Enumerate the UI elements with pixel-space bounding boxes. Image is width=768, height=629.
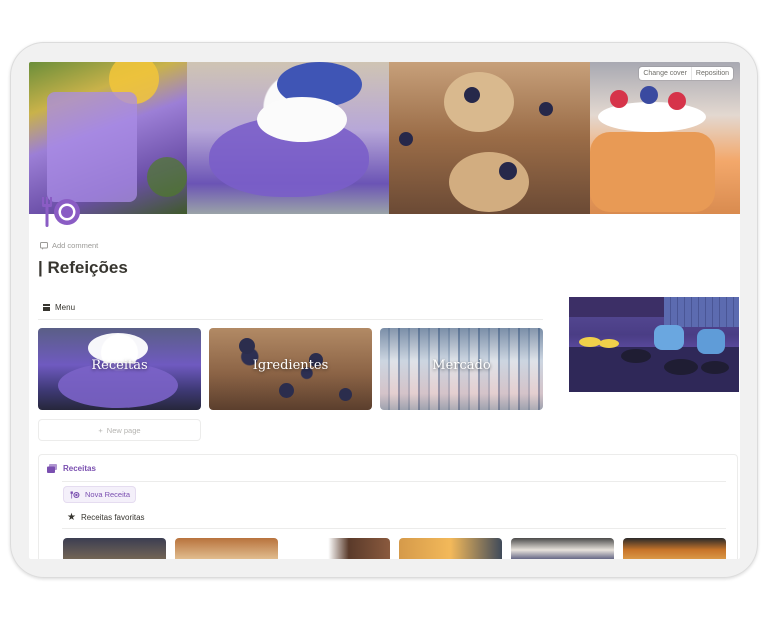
new-page-button[interactable]: + New page (38, 419, 201, 441)
add-comment-label: Add comment (52, 241, 99, 250)
menu-divider (38, 319, 543, 320)
cover-image-pancakes (590, 62, 740, 214)
recipe-thumbnail[interactable] (623, 538, 726, 559)
recipe-thumbnail[interactable] (63, 538, 166, 559)
favorites-divider (62, 528, 726, 529)
receitas-label: Receitas (63, 464, 96, 473)
comment-icon (40, 241, 48, 250)
menu-card-label: Receitas (91, 358, 148, 373)
add-comment-button[interactable]: Add comment (40, 241, 98, 250)
star-icon: ★ (67, 512, 76, 523)
favorite-recipes-view[interactable]: ★ Receitas favoritas (67, 512, 145, 523)
reposition-button[interactable]: Reposition (690, 67, 733, 80)
cover-controls: Change cover Reposition (639, 67, 733, 80)
plus-icon: + (98, 425, 103, 435)
menu-card-receitas[interactable]: Receitas (38, 328, 201, 410)
menu-label: Menu (55, 303, 76, 312)
cover-image-lemonade (29, 62, 187, 214)
recipe-thumbnail[interactable] (399, 538, 502, 559)
menu-card-label: Igredientes (252, 358, 329, 373)
new-page-label: New page (106, 425, 141, 435)
recipe-thumbnail[interactable] (287, 538, 390, 559)
fork-plate-icon (70, 490, 80, 499)
menu-card-mercado[interactable]: Mercado (380, 328, 543, 410)
new-recipe-button[interactable]: Nova Receita (64, 487, 136, 502)
receitas-divider (62, 481, 726, 482)
menu-icon (43, 304, 50, 311)
recipe-thumbnail[interactable] (511, 538, 614, 559)
kitchen-illustration (569, 297, 739, 392)
page-icon[interactable] (40, 195, 82, 229)
new-recipe-label: Nova Receita (85, 490, 131, 499)
receitas-heading[interactable]: Receitas (47, 464, 96, 473)
page-cover: Change cover Reposition (29, 62, 740, 214)
recipe-thumbnail[interactable] (175, 538, 278, 559)
page-title[interactable]: | Refeições (38, 258, 128, 278)
fork-plate-icon (42, 197, 80, 227)
change-cover-button[interactable]: Change cover (639, 67, 691, 80)
favorite-recipes-label: Receitas favoritas (80, 513, 145, 522)
menu-card-label: Mercado (432, 358, 491, 373)
cover-image-muffins (389, 62, 590, 214)
menu-heading: Menu (43, 303, 75, 312)
cover-image-sundae (187, 62, 389, 214)
database-icon (47, 464, 57, 473)
app-screen: Change cover Reposition Add comment | Re… (29, 62, 740, 559)
menu-card-ingredientes[interactable]: Igredientes (209, 328, 372, 410)
